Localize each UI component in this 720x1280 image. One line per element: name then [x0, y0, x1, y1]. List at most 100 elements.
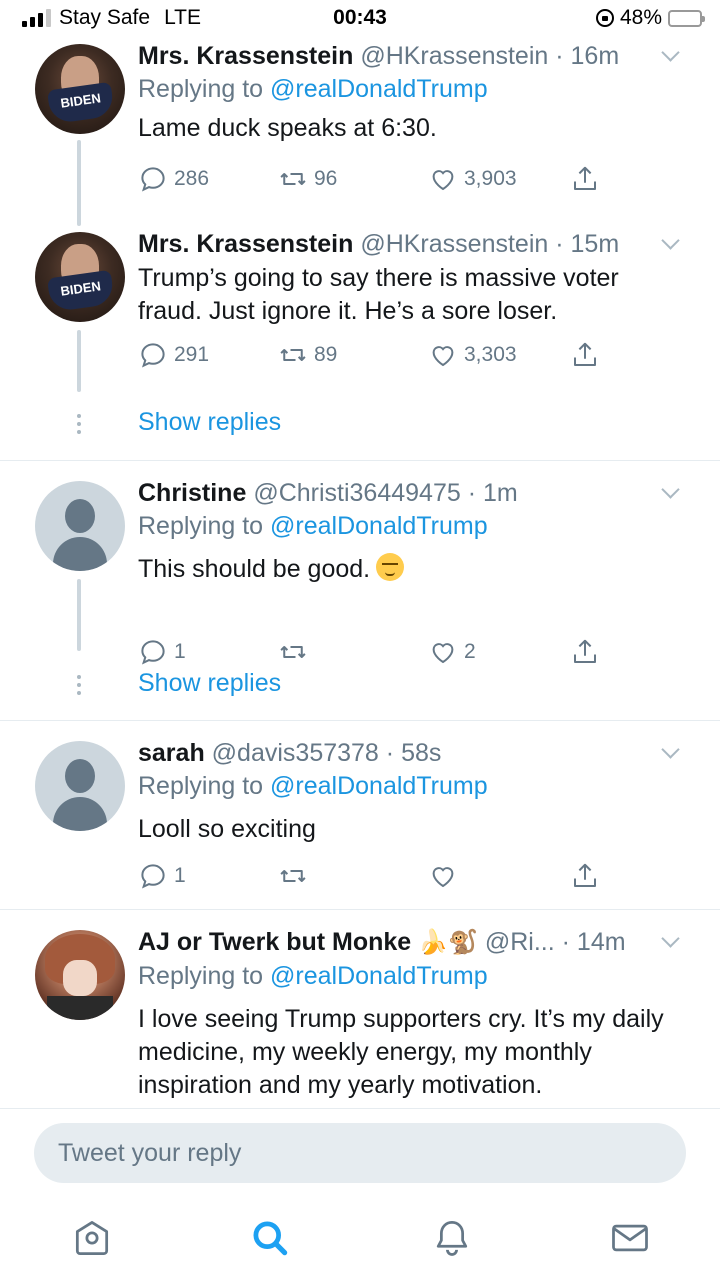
mention-link[interactable]: @realDonaldTrump [270, 772, 488, 800]
user-handle[interactable]: @Ri... [485, 928, 555, 956]
share-icon [574, 342, 596, 366]
retweet-button[interactable]: 96 [278, 164, 337, 194]
reply-icon [141, 167, 165, 192]
tweet-header: AJ or Twerk but Monke 🍌🐒 @Ri... · 14m [138, 926, 680, 959]
tweet-header: Mrs. Krassenstein @HKrassenstein · 15m [138, 228, 680, 260]
heart-icon [432, 346, 454, 367]
tab-notifications[interactable] [430, 1216, 474, 1260]
replying-to: Replying to @realDonaldTrump [138, 72, 680, 106]
tweet[interactable]: sarah @davis357378 · 58s Replying to @re… [0, 721, 720, 909]
show-replies-row[interactable]: Show replies [0, 657, 720, 717]
retweet-icon [280, 173, 306, 185]
reply-button[interactable]: 1 [138, 861, 186, 891]
tweet-actions: 1 [138, 861, 608, 897]
chevron-down-icon[interactable] [664, 234, 680, 250]
tweet[interactable]: Christine @Christi36449475 · 1m Replying… [0, 461, 720, 719]
battery-percent: 48% [619, 6, 662, 29]
retweet-button[interactable]: 89 [278, 340, 337, 370]
replying-to: Replying to @realDonaldTrump [138, 769, 680, 803]
like-button[interactable]: 3,903 [428, 164, 517, 194]
user-handle[interactable]: @Christi36449475 [253, 479, 460, 507]
user-handle[interactable]: @HKrassenstein [360, 230, 548, 258]
tweet-header: sarah @davis357378 · 58s [138, 737, 680, 769]
tweet[interactable]: BIDEN Mrs. Krassenstein @HKrassenstein ·… [0, 36, 720, 226]
display-name[interactable]: Mrs. Krassenstein [138, 230, 353, 258]
replying-to: Replying to @realDonaldTrump [138, 509, 680, 543]
reply-bar [0, 1108, 720, 1198]
share-button[interactable] [570, 340, 600, 370]
tweet-time: · 15m [555, 230, 620, 258]
tweet-header: Christine @Christi36449475 · 1m [138, 477, 680, 509]
like-button[interactable] [428, 861, 458, 891]
tab-search[interactable] [248, 1216, 292, 1260]
tweet-text: Looll so exciting [138, 815, 316, 843]
unamused-face-emoji [376, 553, 405, 581]
reply-button[interactable]: 286 [138, 164, 209, 194]
avatar-mask-text: BIDEN [46, 269, 116, 313]
like-button[interactable]: 3,303 [428, 340, 517, 370]
tweet-actions: 291 89 3,303 [138, 340, 608, 376]
avatar[interactable] [35, 741, 125, 831]
display-name[interactable]: sarah [138, 739, 205, 767]
battery-icon [668, 9, 705, 27]
reply-feed[interactable]: BIDEN Mrs. Krassenstein @HKrassenstein ·… [0, 36, 720, 1108]
tweet-time: · 1m [467, 479, 518, 507]
tab-home[interactable] [70, 1216, 114, 1260]
reply-count: 1 [174, 864, 186, 887]
reply-button[interactable]: 291 [138, 340, 209, 370]
status-right: 48% [595, 6, 705, 30]
reply-count: 291 [174, 343, 210, 366]
notifications-icon [436, 1221, 468, 1256]
reply-count: 286 [174, 167, 210, 190]
more-dots-icon [76, 414, 82, 438]
tweet-time: · 14m [561, 928, 626, 956]
replying-prefix: Replying to [138, 962, 264, 990]
user-handle[interactable]: @HKrassenstein [360, 42, 548, 70]
tweet-text-row: This should be good. [138, 553, 680, 586]
mention-link[interactable]: @realDonaldTrump [270, 75, 488, 103]
avatar-mask-text: BIDEN [46, 81, 116, 125]
like-count: 3,303 [464, 343, 517, 366]
display-name[interactable]: Christine [138, 479, 246, 507]
retweet-button[interactable] [278, 861, 308, 891]
mention-link[interactable]: @realDonaldTrump [270, 512, 488, 540]
display-name[interactable]: AJ or Twerk but Monke [138, 928, 411, 956]
user-handle[interactable]: @davis357378 [212, 739, 379, 767]
show-replies-link[interactable]: Show replies [138, 408, 281, 437]
mention-link[interactable]: @realDonaldTrump [270, 962, 488, 990]
thread-line [77, 140, 81, 226]
share-icon [574, 166, 596, 190]
avatar[interactable]: BIDEN [35, 232, 125, 322]
name-emoji: 🍌🐒 [418, 929, 478, 956]
orientation-lock-icon [595, 9, 614, 27]
show-replies-link[interactable]: Show replies [138, 669, 281, 698]
thread-line [77, 579, 81, 651]
chevron-down-icon[interactable] [664, 483, 680, 499]
tweet-text: Lame duck speaks at 6:30. [138, 114, 437, 142]
retweet-count: 96 [314, 167, 338, 190]
replying-prefix: Replying to [138, 75, 264, 103]
tab-messages[interactable] [608, 1216, 652, 1260]
tweet-text: I love seeing Trump supporters cry. It’s… [138, 1005, 664, 1099]
tweet-time: · 16m [555, 42, 620, 70]
avatar[interactable] [35, 481, 125, 571]
tweet[interactable]: AJ or Twerk but Monke 🍌🐒 @Ri... · 14m Re… [0, 910, 720, 1108]
show-replies-row[interactable]: Show replies [0, 396, 720, 456]
display-name[interactable]: Mrs. Krassenstein [138, 42, 353, 70]
tweet-actions: 286 96 3,903 [138, 164, 608, 200]
share-button[interactable] [570, 164, 600, 194]
reply-icon [141, 343, 165, 368]
tweet-reply-input[interactable] [34, 1123, 686, 1183]
tab-bar [0, 1198, 720, 1280]
chevron-down-icon[interactable] [664, 46, 680, 62]
tweet-text: Trump’s going to say there is massive vo… [138, 264, 619, 325]
avatar[interactable] [35, 930, 125, 1020]
chevron-down-icon[interactable] [664, 932, 680, 948]
share-icon [574, 863, 596, 887]
tweet[interactable]: BIDEN Mrs. Krassenstein @HKrassenstein ·… [0, 226, 720, 460]
replying-to: Replying to @realDonaldTrump [138, 959, 680, 993]
share-button[interactable] [570, 861, 600, 891]
chevron-down-icon[interactable] [664, 743, 680, 759]
avatar[interactable]: BIDEN [35, 44, 125, 134]
tweet-header: Mrs. Krassenstein @HKrassenstein · 16m [138, 40, 680, 72]
